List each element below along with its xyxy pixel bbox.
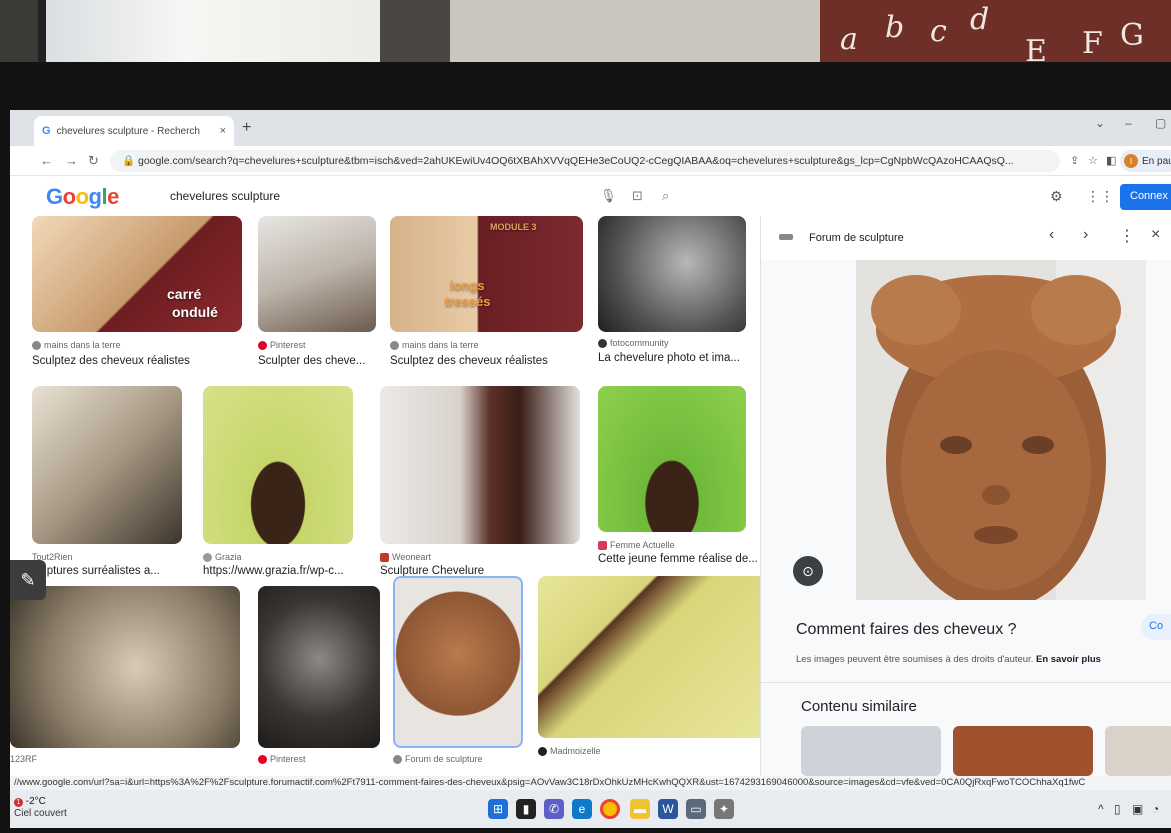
maximize-icon[interactable]: ▢ <box>1155 116 1166 130</box>
sculpture-face-image <box>856 260 1146 600</box>
battery-icon[interactable]: ▯ <box>1114 802 1121 816</box>
similar-image[interactable] <box>801 726 941 776</box>
word-icon[interactable]: W <box>658 799 678 819</box>
result-image[interactable] <box>380 386 580 544</box>
preview-site-name[interactable]: Forum de sculpture <box>809 232 904 244</box>
chevron-left-icon[interactable]: ‹ <box>1049 226 1054 244</box>
tab-google-search[interactable]: G chevelures sculpture - Recherch × <box>34 116 234 146</box>
status-url: //www.google.com/url?sa=i&url=https%3A%2… <box>10 776 1171 790</box>
grazia-icon <box>203 552 212 562</box>
google-logo[interactable]: Google <box>46 184 119 210</box>
app-icon[interactable]: ✦ <box>714 799 734 819</box>
forward-arrow-icon[interactable]: → <box>65 153 78 168</box>
tab-strip: G chevelures sculpture - Recherch × + ⌄ … <box>10 110 1171 146</box>
search-icon[interactable]: ⌕ <box>662 188 669 204</box>
result-image[interactable] <box>203 386 353 544</box>
sign-in-button[interactable]: Connex <box>1120 184 1171 210</box>
address-bar[interactable]: 🔒 google.com/search?q=chevelures+sculptu… <box>110 150 1060 172</box>
similar-content-heading: Contenu similaire <box>801 698 917 715</box>
chevron-up-icon[interactable]: ^ <box>1098 802 1104 816</box>
result-image[interactable] <box>32 386 182 544</box>
chevron-down-icon[interactable]: ⌄ <box>1095 116 1105 130</box>
weather-widget[interactable]: 1 -2°C Ciel couvert <box>14 796 67 820</box>
wall <box>450 0 830 70</box>
more-options-icon[interactable]: ⋮ <box>1119 226 1135 246</box>
similar-image[interactable] <box>953 726 1093 776</box>
address-url: google.com/search?q=chevelures+sculpture… <box>138 155 1014 167</box>
weather-condition: Ciel couvert <box>14 808 67 819</box>
madmoizelle-icon <box>538 746 547 756</box>
preview-title[interactable]: Comment faires des cheveux ? <box>796 621 1017 639</box>
result-image[interactable] <box>258 216 376 332</box>
learn-more-link[interactable]: En savoir plus <box>1036 654 1101 665</box>
preview-header: Forum de sculpture ‹ › ⋮ × <box>761 216 1171 260</box>
window-frame <box>38 0 46 70</box>
edge-icon[interactable]: e <box>572 799 592 819</box>
windows-taskbar: 1 -2°C Ciel couvert ⊞ ▮ ✆ e ▬ W ▭ ✦ ^ ▯ … <box>10 790 1171 828</box>
preview-panel: Forum de sculpture ‹ › ⋮ × ⊙ Comment fai <box>760 216 1171 776</box>
lock-icon: 🔒 <box>122 155 138 167</box>
visit-button[interactable]: Co <box>1141 614 1171 640</box>
temperature: -2°C <box>25 796 46 807</box>
windows-start-icon[interactable]: ⊞ <box>488 799 508 819</box>
pinterest-icon <box>258 340 267 350</box>
profile-button[interactable]: I En paus <box>1120 150 1171 172</box>
result-image[interactable] <box>393 576 523 748</box>
gear-icon[interactable]: ⚙ <box>1050 188 1063 205</box>
copyright-notice: Les images peuvent être soumises à des d… <box>796 654 1101 665</box>
alert-badge: 1 <box>14 798 23 807</box>
tray-app-icon[interactable]: ▣ <box>1132 802 1143 816</box>
chalkboard: a b c d E F G <box>820 0 1171 70</box>
divider <box>761 682 1171 683</box>
minimize-icon[interactable]: – <box>1125 116 1132 130</box>
femme-actuelle-icon <box>598 540 607 550</box>
avatar: I <box>1124 154 1138 168</box>
result-image[interactable] <box>538 576 766 738</box>
google-favicon-icon: G <box>42 125 51 137</box>
weoneart-icon <box>380 552 389 562</box>
chevron-right-icon[interactable]: › <box>1083 226 1088 244</box>
similar-image[interactable] <box>1105 726 1171 776</box>
reload-icon[interactable]: ↻ <box>88 153 99 169</box>
sidepanel-icon[interactable]: ◧ <box>1106 154 1116 167</box>
monitor-screen: G chevelures sculpture - Recherch × + ⌄ … <box>10 110 1171 828</box>
star-icon[interactable]: ☆ <box>1088 154 1098 167</box>
share-icon[interactable]: ⇪ <box>1070 154 1079 167</box>
task-view-icon[interactable]: ▮ <box>516 799 536 819</box>
fotocommunity-icon <box>598 338 607 348</box>
close-tab-icon[interactable]: × <box>220 125 226 137</box>
wordpress-icon <box>390 340 399 350</box>
window-frame <box>380 0 450 70</box>
pinterest-icon <box>258 754 267 764</box>
new-tab-button[interactable]: + <box>242 119 251 137</box>
forum-icon <box>393 754 402 764</box>
wordpress-icon <box>32 340 41 350</box>
back-arrow-icon[interactable]: ← <box>40 153 53 168</box>
wifi-icon[interactable]: ◔ <box>1152 802 1159 816</box>
result-image[interactable]: MODULE 3 longs tressés <box>390 216 583 332</box>
microphone-icon[interactable]: 🎙 <box>600 188 617 204</box>
app-icon[interactable]: ▭ <box>686 799 706 819</box>
result-image[interactable] <box>258 586 380 748</box>
result-image[interactable] <box>598 386 746 532</box>
teams-icon[interactable]: ✆ <box>544 799 564 819</box>
result-image[interactable]: carré ondulé <box>32 216 242 332</box>
close-icon[interactable]: × <box>1151 226 1160 244</box>
file-explorer-icon[interactable]: ▬ <box>630 799 650 819</box>
result-image[interactable] <box>10 586 240 748</box>
preview-image[interactable] <box>856 260 1146 600</box>
google-lens-icon[interactable]: ⊙ <box>793 556 823 586</box>
chrome-icon[interactable] <box>600 799 620 819</box>
lens-camera-icon[interactable]: ⊡ <box>632 188 643 204</box>
forum-favicon-icon <box>779 234 793 240</box>
result-image[interactable] <box>598 216 746 332</box>
browser-toolbar: ← → ↻ 🔒 google.com/search?q=chevelures+s… <box>10 146 1171 176</box>
image-results-grid: carré ondulé mains dans la terre Sculpte… <box>10 216 766 776</box>
apps-grid-icon[interactable]: ⋮⋮ <box>1086 188 1114 205</box>
profile-label: En paus <box>1142 155 1171 167</box>
tab-title: chevelures sculpture - Recherch <box>56 125 200 137</box>
window <box>40 0 400 70</box>
pencil-icon[interactable]: ✎ <box>10 560 46 600</box>
google-header: Google chevelures sculpture 🎙 ⊡ ⌕ ⚙ ⋮⋮ C… <box>10 176 1171 216</box>
